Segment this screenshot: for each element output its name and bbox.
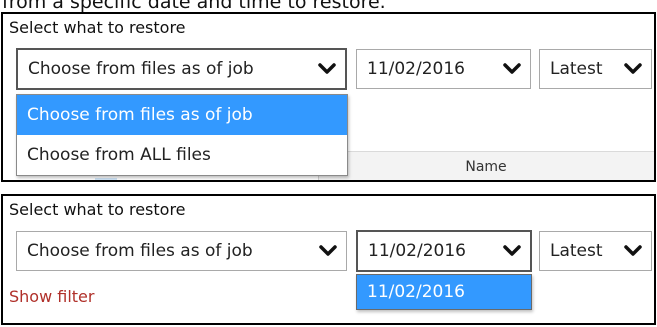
menu-option-files-as-of-job[interactable]: Choose from files as of job xyxy=(17,95,347,135)
restore-panel-source-menu: Select what to restore Choose from files… xyxy=(1,12,656,182)
date-select[interactable]: 11/02/2016 xyxy=(356,49,531,89)
date-select[interactable]: 11/02/2016 xyxy=(356,230,532,272)
chevron-down-icon xyxy=(502,62,522,76)
column-header[interactable]: Name xyxy=(318,151,654,180)
menu-option-all-files[interactable]: Choose from ALL files xyxy=(17,135,347,175)
source-select-value: Choose from files as of job xyxy=(28,59,254,79)
date-select-value: 11/02/2016 xyxy=(368,241,466,261)
source-select[interactable]: Choose from files as of job xyxy=(16,48,347,90)
date-select-menu: 11/02/2016 xyxy=(356,274,532,310)
version-select[interactable]: Latest xyxy=(539,49,652,89)
version-select-value: Latest xyxy=(550,241,603,261)
panel-title: Select what to restore xyxy=(9,200,186,219)
date-select-value: 11/02/2016 xyxy=(367,59,465,79)
show-filter-link[interactable]: Show filter xyxy=(9,287,94,306)
menu-option-date[interactable]: 11/02/2016 xyxy=(357,275,531,309)
chevron-down-icon xyxy=(318,244,338,258)
source-select[interactable]: Choose from files as of job xyxy=(16,231,347,271)
version-select[interactable]: Latest xyxy=(539,231,652,271)
source-select-menu: Choose from files as of job Choose from … xyxy=(16,94,348,176)
row-selection-hint xyxy=(95,178,117,180)
chevron-down-icon xyxy=(502,244,522,258)
version-select-value: Latest xyxy=(550,59,603,79)
column-header-name: Name xyxy=(465,159,507,175)
chevron-down-icon xyxy=(623,62,643,76)
panel-title: Select what to restore xyxy=(9,18,186,37)
chevron-down-icon xyxy=(623,244,643,258)
source-select-value: Choose from files as of job xyxy=(27,241,253,261)
restore-panel-date-menu: Select what to restore Choose from files… xyxy=(1,194,656,325)
chevron-down-icon xyxy=(317,62,337,76)
